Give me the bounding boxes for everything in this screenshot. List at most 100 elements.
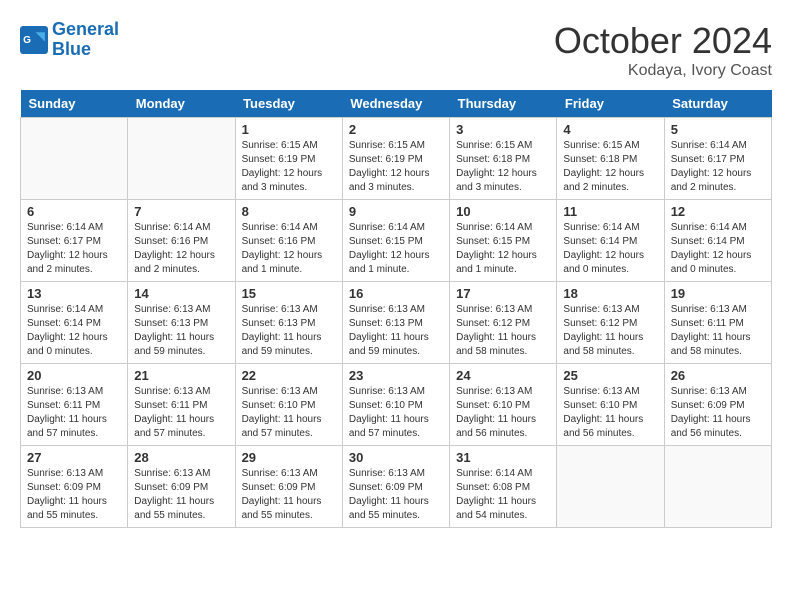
- calendar-cell: 20Sunrise: 6:13 AM Sunset: 6:11 PM Dayli…: [21, 364, 128, 446]
- calendar-cell: [21, 118, 128, 200]
- day-info: Sunrise: 6:13 AM Sunset: 6:10 PM Dayligh…: [349, 385, 443, 441]
- calendar-cell: 12Sunrise: 6:14 AM Sunset: 6:14 PM Dayli…: [664, 200, 771, 282]
- calendar-cell: 28Sunrise: 6:13 AM Sunset: 6:09 PM Dayli…: [128, 446, 235, 528]
- calendar-cell: [664, 446, 771, 528]
- day-info: Sunrise: 6:13 AM Sunset: 6:11 PM Dayligh…: [671, 303, 765, 359]
- calendar-cell: 6Sunrise: 6:14 AM Sunset: 6:17 PM Daylig…: [21, 200, 128, 282]
- week-row-4: 20Sunrise: 6:13 AM Sunset: 6:11 PM Dayli…: [21, 364, 772, 446]
- week-row-1: 1 Sunrise: 6:15 AM Sunset: 6:19 PM Daylig…: [21, 118, 772, 200]
- col-sunday: Sunday: [21, 90, 128, 118]
- calendar-cell: 9 Sunrise: 6:14 AM Sunset: 6:15 PM Daylig…: [342, 200, 449, 282]
- calendar-cell: 27 Sunrise: 6:13 AM Sunset: 6:09 PM Dayli…: [21, 446, 128, 528]
- day-number: 14: [134, 286, 228, 301]
- day-info: Sunrise: 6:14 AM Sunset: 6:14 PM Dayligh…: [563, 221, 657, 277]
- day-info: Sunrise: 6:15 AM Sunset: 6:19 PM Dayligh…: [349, 139, 443, 195]
- calendar-cell: 13Sunrise: 6:14 AM Sunset: 6:14 PM Dayli…: [21, 282, 128, 364]
- col-monday: Monday: [128, 90, 235, 118]
- day-info: Sunrise: 6:14 AM Sunset: 6:16 PM Dayligh…: [134, 221, 228, 277]
- day-number: 2: [349, 122, 443, 137]
- day-number: 7: [134, 204, 228, 219]
- logo-line2: Blue: [52, 39, 91, 59]
- day-number: 26: [671, 368, 765, 383]
- logo-text: General Blue: [52, 20, 119, 60]
- logo-line1: General: [52, 19, 119, 39]
- calendar-cell: 23Sunrise: 6:13 AM Sunset: 6:10 PM Dayli…: [342, 364, 449, 446]
- day-number: 8: [242, 204, 336, 219]
- calendar-cell: 19 Sunrise: 6:13 AM Sunset: 6:11 PM Dayli…: [664, 282, 771, 364]
- day-number: 15: [242, 286, 336, 301]
- day-info: Sunrise: 6:13 AM Sunset: 6:13 PM Dayligh…: [242, 303, 336, 359]
- day-info: Sunrise: 6:13 AM Sunset: 6:09 PM Dayligh…: [27, 467, 121, 523]
- col-tuesday: Tuesday: [235, 90, 342, 118]
- day-info: Sunrise: 6:15 AM Sunset: 6:19 PM Dayligh…: [242, 139, 336, 195]
- page-header: G General Blue October 2024 Kodaya, Ivor…: [20, 20, 772, 80]
- day-number: 18: [563, 286, 657, 301]
- calendar-cell: 8Sunrise: 6:14 AM Sunset: 6:16 PM Daylig…: [235, 200, 342, 282]
- title-area: October 2024 Kodaya, Ivory Coast: [554, 20, 772, 80]
- calendar-cell: 29 Sunrise: 6:13 AM Sunset: 6:09 PM Dayli…: [235, 446, 342, 528]
- week-row-5: 27 Sunrise: 6:13 AM Sunset: 6:09 PM Dayli…: [21, 446, 772, 528]
- day-info: Sunrise: 6:14 AM Sunset: 6:08 PM Dayligh…: [456, 467, 550, 523]
- day-info: Sunrise: 6:14 AM Sunset: 6:17 PM Dayligh…: [671, 139, 765, 195]
- day-info: Sunrise: 6:13 AM Sunset: 6:10 PM Dayligh…: [563, 385, 657, 441]
- day-info: Sunrise: 6:14 AM Sunset: 6:14 PM Dayligh…: [671, 221, 765, 277]
- day-number: 24: [456, 368, 550, 383]
- day-number: 17: [456, 286, 550, 301]
- day-info: Sunrise: 6:13 AM Sunset: 6:09 PM Dayligh…: [242, 467, 336, 523]
- calendar-cell: 30Sunrise: 6:13 AM Sunset: 6:09 PM Dayli…: [342, 446, 449, 528]
- day-info: Sunrise: 6:13 AM Sunset: 6:09 PM Dayligh…: [671, 385, 765, 441]
- calendar-cell: 21 Sunrise: 6:13 AM Sunset: 6:11 PM Dayli…: [128, 364, 235, 446]
- logo-icon: G: [20, 26, 48, 54]
- month-title: October 2024: [554, 20, 772, 62]
- calendar-cell: 15 Sunrise: 6:13 AM Sunset: 6:13 PM Dayli…: [235, 282, 342, 364]
- day-info: Sunrise: 6:15 AM Sunset: 6:18 PM Dayligh…: [563, 139, 657, 195]
- day-info: Sunrise: 6:13 AM Sunset: 6:10 PM Dayligh…: [242, 385, 336, 441]
- calendar-cell: 24 Sunrise: 6:13 AM Sunset: 6:10 PM Dayli…: [450, 364, 557, 446]
- day-number: 10: [456, 204, 550, 219]
- week-row-3: 13Sunrise: 6:14 AM Sunset: 6:14 PM Dayli…: [21, 282, 772, 364]
- calendar-cell: 1 Sunrise: 6:15 AM Sunset: 6:19 PM Daylig…: [235, 118, 342, 200]
- header-row: Sunday Monday Tuesday Wednesday Thursday…: [21, 90, 772, 118]
- calendar-cell: 3 Sunrise: 6:15 AM Sunset: 6:18 PM Daylig…: [450, 118, 557, 200]
- day-number: 13: [27, 286, 121, 301]
- day-info: Sunrise: 6:13 AM Sunset: 6:13 PM Dayligh…: [134, 303, 228, 359]
- day-number: 19: [671, 286, 765, 301]
- day-number: 28: [134, 450, 228, 465]
- calendar-cell: 11 Sunrise: 6:14 AM Sunset: 6:14 PM Dayli…: [557, 200, 664, 282]
- day-info: Sunrise: 6:13 AM Sunset: 6:11 PM Dayligh…: [134, 385, 228, 441]
- day-number: 5: [671, 122, 765, 137]
- calendar-cell: 14 Sunrise: 6:13 AM Sunset: 6:13 PM Dayli…: [128, 282, 235, 364]
- day-info: Sunrise: 6:14 AM Sunset: 6:15 PM Dayligh…: [456, 221, 550, 277]
- day-number: 4: [563, 122, 657, 137]
- calendar-cell: 18 Sunrise: 6:13 AM Sunset: 6:12 PM Dayli…: [557, 282, 664, 364]
- calendar-cell: 26 Sunrise: 6:13 AM Sunset: 6:09 PM Dayli…: [664, 364, 771, 446]
- day-info: Sunrise: 6:13 AM Sunset: 6:12 PM Dayligh…: [456, 303, 550, 359]
- col-thursday: Thursday: [450, 90, 557, 118]
- day-info: Sunrise: 6:13 AM Sunset: 6:10 PM Dayligh…: [456, 385, 550, 441]
- week-row-2: 6Sunrise: 6:14 AM Sunset: 6:17 PM Daylig…: [21, 200, 772, 282]
- day-number: 27: [27, 450, 121, 465]
- calendar-cell: 5 Sunrise: 6:14 AM Sunset: 6:17 PM Daylig…: [664, 118, 771, 200]
- day-number: 21: [134, 368, 228, 383]
- calendar-cell: 2 Sunrise: 6:15 AM Sunset: 6:19 PM Daylig…: [342, 118, 449, 200]
- day-number: 3: [456, 122, 550, 137]
- day-number: 22: [242, 368, 336, 383]
- day-info: Sunrise: 6:13 AM Sunset: 6:11 PM Dayligh…: [27, 385, 121, 441]
- day-number: 6: [27, 204, 121, 219]
- day-info: Sunrise: 6:13 AM Sunset: 6:12 PM Dayligh…: [563, 303, 657, 359]
- day-number: 29: [242, 450, 336, 465]
- location-subtitle: Kodaya, Ivory Coast: [554, 62, 772, 80]
- logo: G General Blue: [20, 20, 119, 60]
- calendar-cell: 17 Sunrise: 6:13 AM Sunset: 6:12 PM Dayli…: [450, 282, 557, 364]
- day-number: 1: [242, 122, 336, 137]
- day-info: Sunrise: 6:13 AM Sunset: 6:13 PM Dayligh…: [349, 303, 443, 359]
- day-number: 11: [563, 204, 657, 219]
- day-number: 31: [456, 450, 550, 465]
- day-info: Sunrise: 6:13 AM Sunset: 6:09 PM Dayligh…: [349, 467, 443, 523]
- day-number: 9: [349, 204, 443, 219]
- day-number: 16: [349, 286, 443, 301]
- day-info: Sunrise: 6:14 AM Sunset: 6:15 PM Dayligh…: [349, 221, 443, 277]
- day-info: Sunrise: 6:15 AM Sunset: 6:18 PM Dayligh…: [456, 139, 550, 195]
- calendar-cell: 22 Sunrise: 6:13 AM Sunset: 6:10 PM Dayli…: [235, 364, 342, 446]
- col-saturday: Saturday: [664, 90, 771, 118]
